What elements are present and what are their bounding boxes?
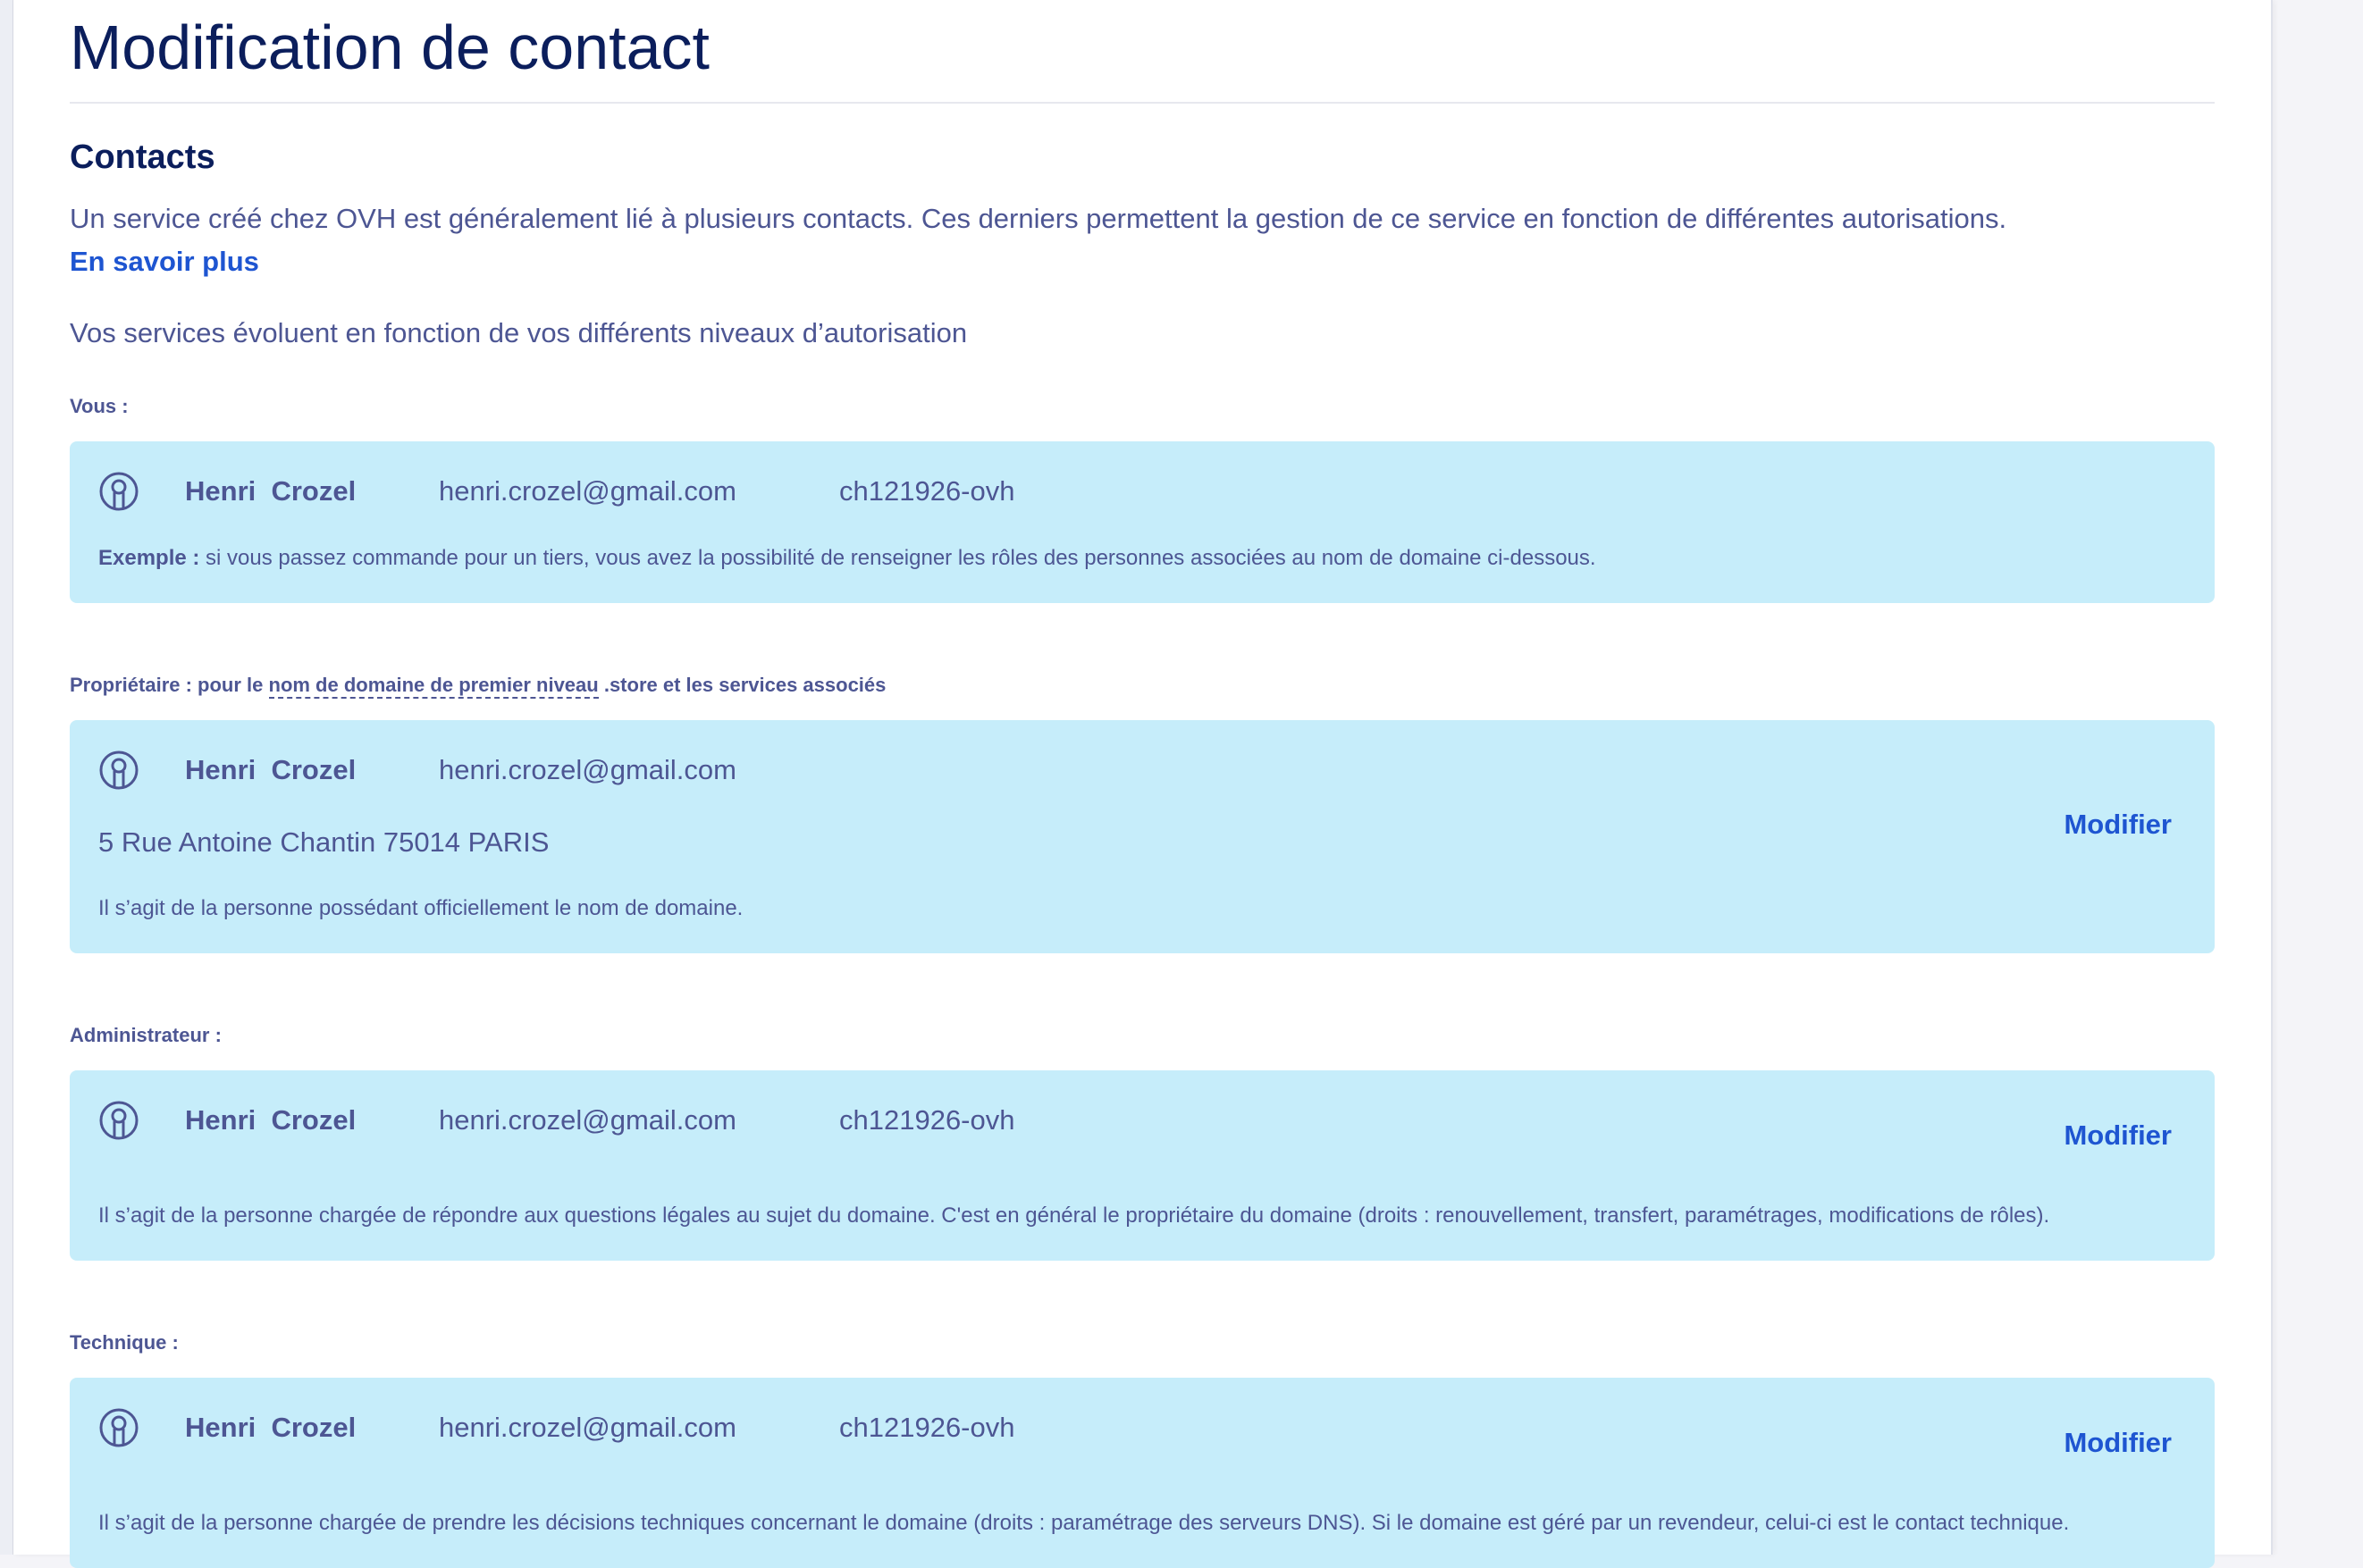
owner-label-suffix: .store et les services associés — [598, 674, 887, 696]
left-rail — [0, 0, 13, 1555]
admin-description: Il s’agit de la personne chargée de répo… — [98, 1203, 2050, 1228]
you-contact-email: henri.crozel@gmail.com — [439, 475, 736, 507]
admin-contact-name: Henri Crozel — [185, 1104, 357, 1136]
tech-contact-card: Henri Crozel henri.crozel@gmail.com ch12… — [70, 1378, 2215, 1568]
you-contact-name: Henri Crozel — [185, 475, 357, 507]
top-level-domain-term[interactable]: nom de domaine de premier niveau — [268, 674, 599, 699]
user-circle-icon — [99, 1408, 139, 1447]
tech-label: Technique : — [70, 1331, 179, 1354]
owner-modify-link[interactable]: Modifier — [2064, 806, 2172, 843]
authorization-levels-text: Vos services évoluent en fonction de vos… — [70, 317, 968, 348]
admin-contact-row — [98, 1094, 139, 1147]
user-circle-icon — [99, 472, 139, 511]
owner-label: Propriétaire : pour le nom de domaine de… — [70, 672, 886, 699]
owner-label-prefix: Propriétaire : pour le — [70, 674, 269, 696]
user-circle-icon — [99, 750, 139, 790]
owner-contact-card: Henri Crozel henri.crozel@gmail.com 5 Ru… — [70, 720, 2215, 953]
you-contact-row — [98, 465, 139, 518]
tech-contact-nic: ch121926-ovh — [839, 1412, 1015, 1443]
learn-more-link[interactable]: En savoir plus — [70, 243, 259, 281]
contacts-intro: Un service créé chez OVH est généralemen… — [70, 203, 2007, 234]
example-label: Exemple : — [98, 546, 200, 570]
tech-contact-row — [98, 1401, 139, 1455]
user-circle-icon — [99, 1101, 139, 1140]
contacts-section-title: Contacts — [70, 138, 215, 176]
admin-modify-link[interactable]: Modifier — [2064, 1117, 2172, 1154]
main-panel: Modification de contact Contacts Un serv… — [13, 0, 2273, 1568]
title-divider — [70, 102, 2215, 104]
example-text: si vous passez commande pour un tiers, v… — [199, 546, 1596, 570]
tech-contact-name: Henri Crozel — [185, 1412, 357, 1443]
owner-contact-row — [98, 743, 139, 797]
admin-label: Administrateur : — [70, 1024, 222, 1046]
owner-contact-email: henri.crozel@gmail.com — [439, 754, 736, 785]
admin-contact-nic: ch121926-ovh — [839, 1104, 1015, 1136]
tech-modify-link[interactable]: Modifier — [2064, 1424, 2172, 1462]
tech-description: Il s’agit de la personne chargée de pren… — [98, 1511, 2070, 1535]
admin-contact-card: Henri Crozel henri.crozel@gmail.com ch12… — [70, 1070, 2215, 1261]
you-label: Vous : — [70, 395, 129, 417]
owner-address: 5 Rue Antoine Chantin 75014 PARIS — [98, 826, 550, 858]
you-contact-card: Henri Crozel henri.crozel@gmail.com ch12… — [70, 441, 2215, 603]
page-title: Modification de contact — [70, 13, 710, 82]
owner-description: Il s’agit de la personne possédant offic… — [98, 896, 744, 920]
owner-contact-name: Henri Crozel — [185, 754, 357, 785]
you-example-note: Exemple : si vous passez commande pour u… — [98, 543, 1596, 574]
tech-contact-email: henri.crozel@gmail.com — [439, 1412, 736, 1443]
you-contact-nic: ch121926-ovh — [839, 475, 1015, 507]
admin-contact-email: henri.crozel@gmail.com — [439, 1104, 736, 1136]
